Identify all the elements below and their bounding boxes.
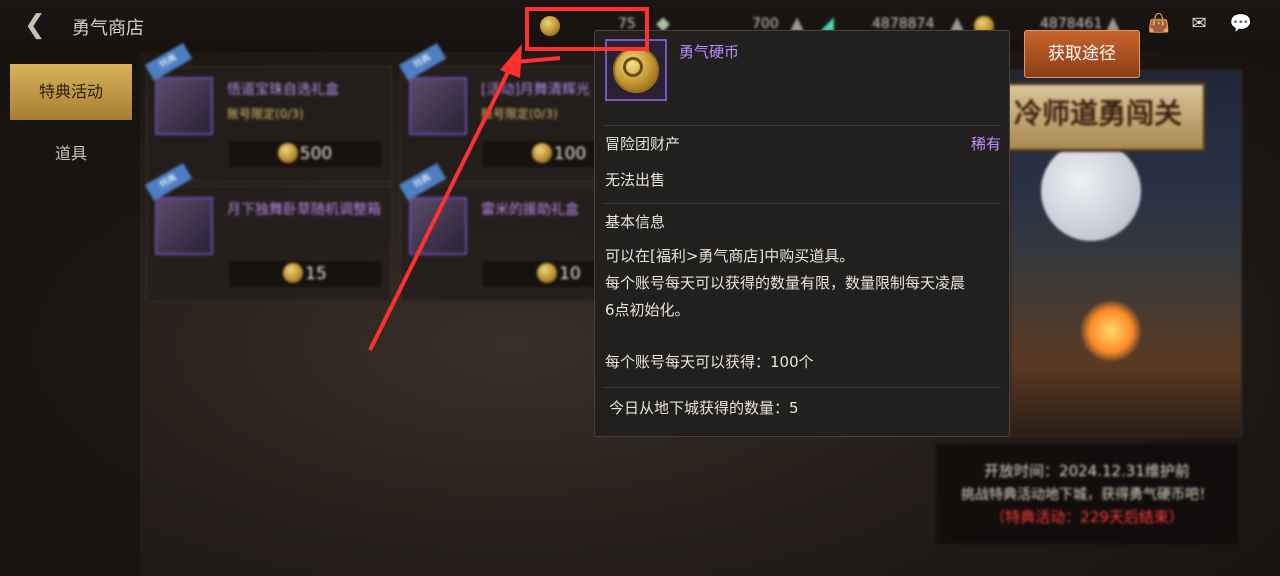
highlight-box xyxy=(525,7,649,51)
event-countdown: （特典活动：229天后结束） xyxy=(990,508,1184,526)
coin-icon xyxy=(283,263,304,283)
item-limit: 账号限定(0/3) xyxy=(227,107,304,121)
sidebar-item-special-event[interactable]: 特典活动 xyxy=(10,64,132,120)
tooltip-section-basic: 基本信息 xyxy=(605,213,666,231)
tooltip-rarity: 稀有 xyxy=(970,135,1001,153)
divider xyxy=(603,125,1001,126)
description-line: 6点初始化。 xyxy=(605,301,690,319)
divider xyxy=(603,387,1001,388)
tooltip-description: 可以在[福利>勇气商店]中购买道具。 每个账号每天可以获得的数量有限，数量限制每… xyxy=(605,243,1001,324)
item-thumbnail xyxy=(409,197,467,255)
tooltip-daily-limit: 每个账号每天可以获得：100个 xyxy=(605,353,814,371)
tooltip-today-count: 今日从地下城获得的数量：5 xyxy=(609,399,799,417)
item-name: 月下独舞卧草随机调整箱 xyxy=(227,202,381,218)
get-source-button[interactable]: 获取途径 xyxy=(1024,30,1140,78)
item-thumbnail xyxy=(155,77,213,135)
moon-image xyxy=(1041,141,1141,241)
tooltip-item-name: 勇气硬币 xyxy=(679,43,740,61)
coin-icon xyxy=(537,263,558,283)
coin-icon xyxy=(531,143,552,163)
divider xyxy=(603,203,1001,204)
tooltip-trade: 无法出售 xyxy=(605,171,666,189)
event-description: 挑战特典活动地下城，获得勇气硬币吧！ xyxy=(961,487,1213,503)
description-line: 每个账号每天可以获得的数量有限，数量限制每天凌晨 xyxy=(605,274,966,292)
item-price: 15 xyxy=(229,261,381,287)
chat-icon[interactable]: 💬 xyxy=(1228,12,1254,36)
coin-icon xyxy=(277,143,298,163)
description-line: 可以在[福利>勇气商店]中购买道具。 xyxy=(605,247,855,265)
shop-card[interactable]: 特典 月下独舞卧草随机调整箱 15 xyxy=(145,163,392,302)
banner-title: 冷师道勇闯关 xyxy=(990,82,1206,152)
item-name: 悟道宝珠自选礼盒 xyxy=(227,82,339,98)
sidebar-item-items[interactable]: 道具 xyxy=(10,126,132,182)
item-limit: 账号限定(0/3) xyxy=(481,107,558,121)
sidebar: 特典活动 道具 xyxy=(0,52,140,576)
item-price: 500 xyxy=(229,141,381,167)
open-time: 开放时间：2024.12.31维护前 xyxy=(984,462,1190,480)
back-arrow-icon[interactable]: ❮ xyxy=(24,10,60,40)
item-thumbnail xyxy=(409,77,467,135)
item-thumbnail xyxy=(155,197,213,255)
page-title: 勇气商店 xyxy=(72,18,144,39)
bag-icon[interactable]: 👜 xyxy=(1146,12,1172,36)
mail-icon[interactable]: ✉ xyxy=(1186,12,1212,36)
campfire-image xyxy=(1081,301,1141,361)
item-tooltip: 勇气硬币 冒险团财产 稀有 无法出售 基本信息 可以在[福利>勇气商店]中购买道… xyxy=(594,30,1010,437)
event-info-panel: 开放时间：2024.12.31维护前 挑战特典活动地下城，获得勇气硬币吧！ （特… xyxy=(936,444,1238,544)
tooltip-property: 冒险团财产 xyxy=(605,135,681,153)
